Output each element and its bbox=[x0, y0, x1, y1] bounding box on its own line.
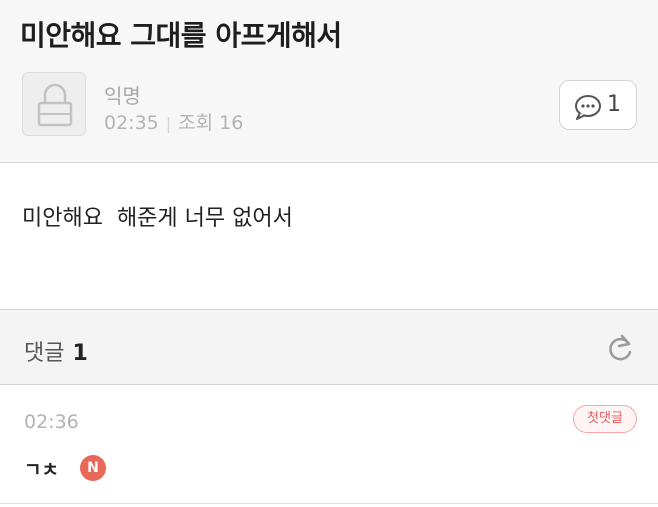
author-name[interactable]: 익명 bbox=[104, 80, 141, 109]
comment-text: ㄱㅊ bbox=[24, 459, 59, 481]
first-comment-badge: 첫댓글 bbox=[573, 405, 637, 433]
meta-separator: | bbox=[165, 114, 172, 133]
post-body: 미안해요 해준게 너무 없어서 bbox=[22, 206, 293, 231]
new-badge: N bbox=[80, 455, 106, 481]
post-time: 02:35 bbox=[104, 112, 159, 134]
bottom-divider bbox=[0, 503, 658, 504]
post-title: 미안해요 그대를 아프게해서 bbox=[20, 19, 342, 52]
comments-header: 댓글 1 bbox=[0, 309, 658, 385]
comments-count: 1 bbox=[72, 341, 88, 366]
author-avatar bbox=[22, 72, 86, 136]
comments-title-label: 댓글 bbox=[24, 341, 65, 366]
post-meta: 02:35 | 조회 16 bbox=[104, 108, 243, 135]
post-header: 미안해요 그대를 아프게해서 익명 02:35 | 조회 16 1 bbox=[0, 0, 658, 163]
comment-time: 02:36 bbox=[24, 411, 79, 433]
comments-title: 댓글 1 bbox=[24, 335, 88, 367]
post-views: 조회 16 bbox=[178, 112, 244, 134]
speech-bubble-icon bbox=[575, 95, 601, 120]
refresh-icon[interactable] bbox=[605, 332, 637, 364]
comment-count-button[interactable]: 1 bbox=[559, 80, 637, 130]
comment-count-label: 1 bbox=[607, 92, 621, 117]
lock-icon bbox=[37, 83, 73, 127]
